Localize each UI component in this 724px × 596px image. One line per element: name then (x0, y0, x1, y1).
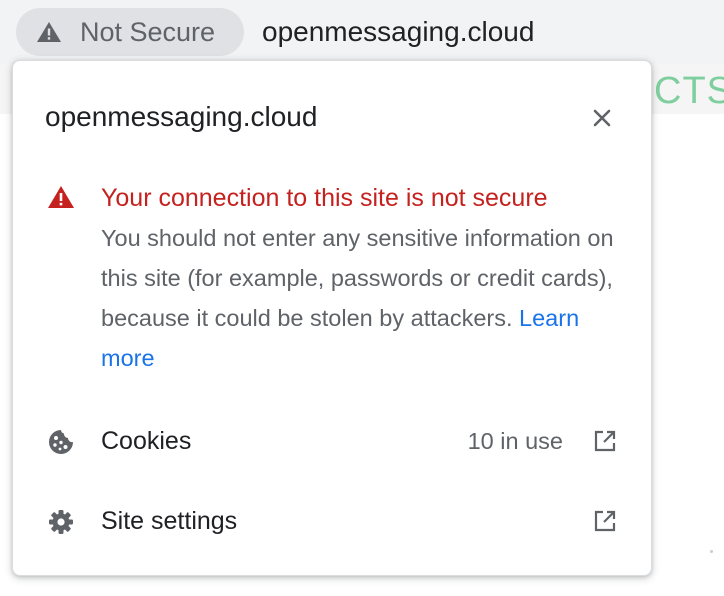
external-link-icon[interactable] (593, 509, 617, 533)
cookies-row[interactable]: Cookies 10 in use (13, 411, 651, 473)
page-text-fragment: CTS (654, 70, 724, 112)
cookies-label: Cookies (101, 427, 192, 455)
url-text[interactable]: openmessaging.cloud (262, 14, 534, 50)
warning-heading: Your connection to this site is not secu… (101, 184, 548, 212)
address-bar: Not Secure openmessaging.cloud (0, 0, 724, 64)
not-secure-chip[interactable]: Not Secure (16, 8, 244, 56)
page-dot (710, 550, 713, 553)
site-settings-label: Site settings (101, 507, 238, 535)
cookie-icon (47, 428, 75, 456)
not-secure-label: Not Secure (80, 16, 216, 47)
popup-title: openmessaging.cloud (45, 101, 318, 132)
gear-icon (47, 508, 75, 536)
close-button[interactable] (585, 101, 619, 135)
warning-triangle-icon (47, 185, 75, 209)
warning-body: You should not enter any sensitive infor… (101, 218, 621, 378)
warning-triangle-icon (36, 21, 62, 43)
site-settings-row[interactable]: Site settings (13, 491, 651, 553)
site-info-popup: openmessaging.cloud Your connection to t… (12, 60, 652, 576)
external-link-icon[interactable] (593, 429, 617, 453)
cookies-count: 10 in use (467, 428, 563, 454)
close-icon (593, 109, 611, 127)
